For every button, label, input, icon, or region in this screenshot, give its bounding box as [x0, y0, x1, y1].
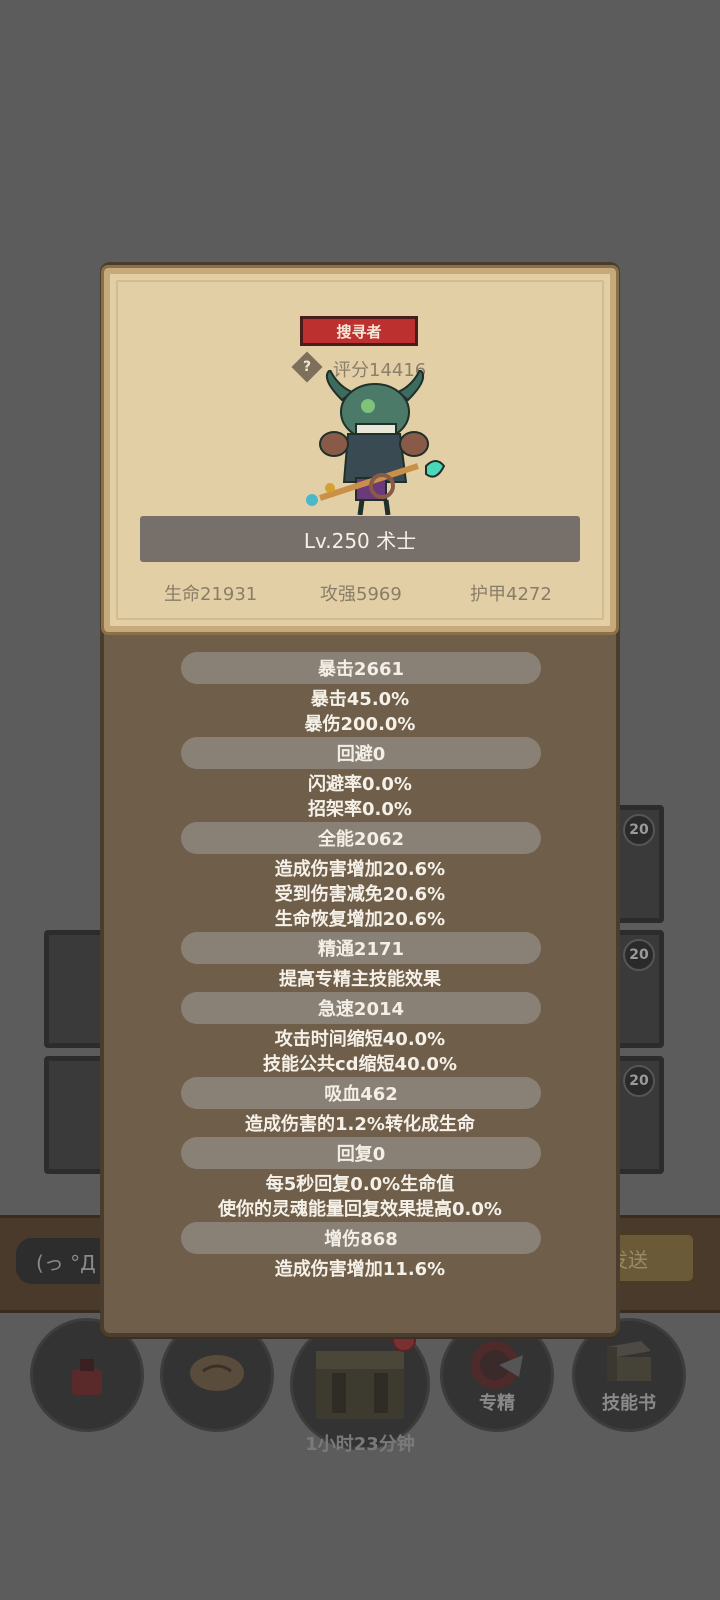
section-haste: 急速2014	[181, 992, 541, 1024]
base-stats: 生命21931 攻强5969 护甲4272	[120, 580, 600, 606]
attack-stat: 攻强5969	[320, 584, 402, 605]
stat-line: 暴伤200.0%	[304, 714, 416, 735]
hp-stat: 生命21931	[164, 584, 258, 605]
skillbook-label: 技能书	[602, 1393, 656, 1414]
armor-stat: 护甲4272	[470, 584, 552, 605]
level-badge: 20	[623, 814, 655, 846]
level-badge: 20	[623, 1065, 655, 1097]
stat-line: 造成伤害增加11.6%	[274, 1259, 446, 1280]
title-badge: 搜寻者	[300, 316, 418, 346]
character-sprite	[306, 370, 446, 515]
section-versatility: 全能2062	[181, 822, 541, 854]
level-class-bar: Lv.250 术士	[140, 516, 580, 562]
stat-line: 使你的灵魂能量回复效果提高0.0%	[218, 1199, 502, 1220]
stat-line: 每5秒回复0.0%生命值	[265, 1174, 455, 1195]
section-regen: 回复0	[181, 1137, 541, 1169]
stat-line: 招架率0.0%	[308, 799, 412, 820]
stat-line: 受到伤害减免20.6%	[274, 884, 446, 905]
target-icon	[471, 1341, 523, 1389]
stat-line: 闪避率0.0%	[308, 774, 412, 795]
chest-icon	[316, 1351, 404, 1419]
stat-line: 提高专精主技能效果	[279, 969, 441, 990]
bread-icon	[190, 1355, 244, 1391]
section-mastery: 精通2171	[181, 932, 541, 964]
stat-line: 攻击时间缩短40.0%	[274, 1029, 446, 1050]
section-avoidance: 回避0	[181, 737, 541, 769]
stat-line: 暴击45.0%	[310, 689, 410, 710]
section-damage-bonus: 增伤868	[181, 1222, 541, 1254]
stat-line: 生命恢复增加20.6%	[274, 909, 446, 930]
potion-icon	[72, 1359, 102, 1395]
level-badge: 20	[623, 939, 655, 971]
section-critical: 暴击2661	[181, 652, 541, 684]
stat-line: 造成伤害增加20.6%	[274, 859, 446, 880]
book-icon	[607, 1341, 651, 1381]
section-lifesteal: 吸血462	[181, 1077, 541, 1109]
stat-line: 造成伤害的1.2%转化成生命	[245, 1114, 475, 1135]
stat-line: 技能公共cd缩短40.0%	[262, 1054, 457, 1075]
chest-timer: 1小时23分钟	[305, 1434, 415, 1455]
